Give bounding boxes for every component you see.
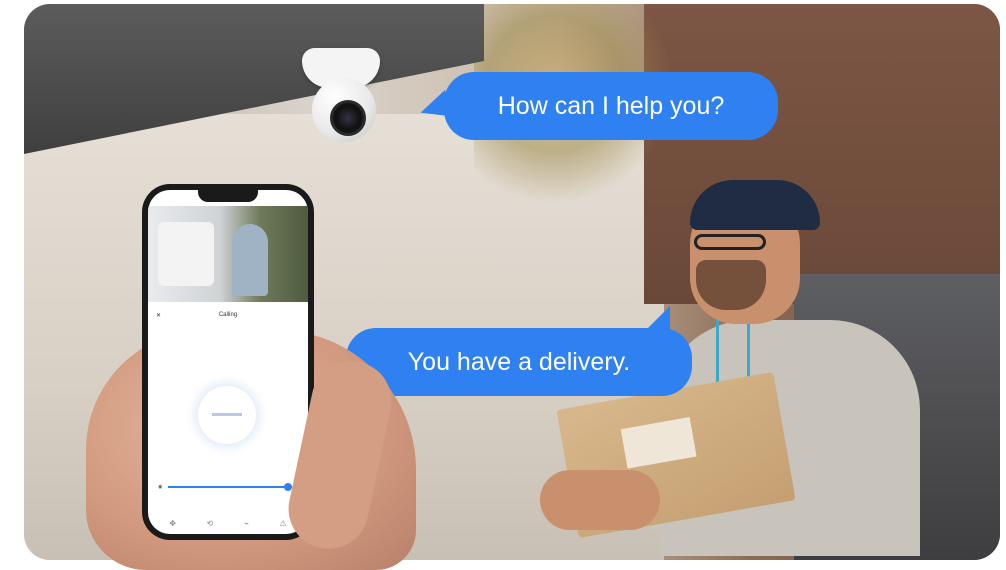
speaker-icon: ◉ — [158, 484, 163, 490]
feed-courier — [232, 224, 268, 296]
security-camera — [296, 48, 388, 148]
courier-hands — [540, 470, 660, 530]
courier-speech-bubble: You have a delivery. — [346, 306, 692, 396]
camera-speech-bubble: How can I help you? — [444, 72, 778, 140]
camera-speech-text: How can I help you? — [497, 91, 725, 120]
close-icon[interactable]: ✕ — [156, 312, 161, 319]
phone-bottom-nav: ✥ ⟲ ⌁ ⚠ — [154, 519, 302, 528]
alarm-icon[interactable]: ⚠ — [279, 519, 286, 528]
courier-glasses — [694, 234, 766, 250]
feed-van — [158, 222, 214, 286]
live-camera-feed — [148, 206, 308, 302]
move-icon[interactable]: ✥ — [169, 519, 176, 528]
courier-cap — [690, 180, 820, 230]
pan-icon[interactable]: ⟲ — [207, 519, 214, 528]
parcel-label — [620, 417, 697, 469]
smartphone: ✕ Calling ◉ ✥ ⟲ ⌁ ⚠ — [142, 184, 314, 540]
volume-slider[interactable]: ◉ — [158, 482, 298, 492]
talk-button[interactable] — [198, 386, 256, 444]
talk-icon[interactable]: ⌁ — [244, 519, 249, 528]
volume-track[interactable] — [168, 483, 292, 491]
courier-speech-text: You have a delivery. — [407, 347, 631, 376]
camera-lens-icon — [330, 100, 366, 136]
call-title: Calling — [218, 312, 238, 318]
courier-beard — [696, 260, 766, 310]
voice-wave-icon — [212, 413, 242, 416]
phone-notch — [198, 190, 258, 202]
phone-screen: ✕ Calling ◉ ✥ ⟲ ⌁ ⚠ — [148, 190, 308, 534]
call-header: ✕ Calling — [148, 308, 308, 322]
